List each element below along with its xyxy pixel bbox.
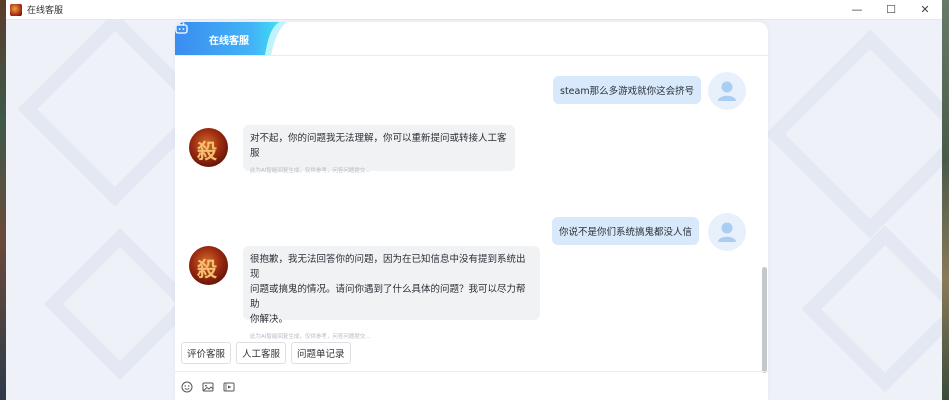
ai-disclaimer: 此为AI智能回复生成，仅供参考，问答问题提交... xyxy=(250,168,371,174)
bot-message-bubble: 很抱歉，我无法回答你的问题，因为在已知信息中没有提到系统出现 问题或搞鬼的情况。… xyxy=(243,246,540,340)
ticket-history-button[interactable]: 问题单记录 xyxy=(291,342,351,364)
bot-avatar-glyph: 殺 xyxy=(197,139,217,163)
background-pattern xyxy=(801,225,942,393)
message-line: 问题或搞鬼的情况。请问你遇到了什么具体的问题？我可以尽力帮助 xyxy=(250,284,526,310)
bot-avatar: 殺 xyxy=(189,246,228,285)
close-button[interactable]: ✕ xyxy=(908,0,942,19)
video-icon[interactable] xyxy=(223,381,235,393)
background-pattern xyxy=(765,29,942,239)
robot-icon xyxy=(175,22,188,34)
message-line: 很抱歉，我无法回答你的问题，因为在已知信息中没有提到系统出现 xyxy=(250,254,526,280)
app-window: 在线客服 — ☐ ✕ 在线客服 steam那么多游戏就你这会挤号 殺 对不起，你… xyxy=(6,0,942,400)
quick-actions: 评价客服 人工客服 问题单记录 xyxy=(181,342,351,364)
bot-avatar: 殺 xyxy=(189,128,228,167)
app-logo-icon xyxy=(10,3,22,16)
window-controls: — ☐ ✕ xyxy=(840,0,942,19)
background-pattern xyxy=(43,227,197,381)
message-text: steam那么多游戏就你这会挤号 xyxy=(560,86,695,97)
maximize-button[interactable]: ☐ xyxy=(874,0,908,19)
bot-avatar-glyph: 殺 xyxy=(197,257,217,281)
tab-label: 在线客服 xyxy=(209,36,249,47)
chat-scrollbar[interactable] xyxy=(762,267,767,373)
user-icon xyxy=(718,81,736,101)
message-input-area[interactable] xyxy=(175,371,768,400)
chat-header: 在线客服 xyxy=(175,22,768,56)
message-line: 你解决。 xyxy=(250,314,289,325)
user-message-bubble: 你说不是你们系统搞鬼都没人信 xyxy=(552,217,700,245)
chat-panel: 在线客服 steam那么多游戏就你这会挤号 殺 对不起，你的问题我无法理解，你可… xyxy=(175,22,768,400)
user-message-bubble: steam那么多游戏就你这会挤号 xyxy=(553,76,702,104)
image-icon[interactable] xyxy=(202,381,214,393)
user-icon xyxy=(718,222,736,242)
desktop-background-right xyxy=(942,0,949,400)
rate-service-button[interactable]: 评价客服 xyxy=(181,342,232,364)
emoji-icon[interactable] xyxy=(181,381,193,393)
user-avatar xyxy=(708,72,746,110)
user-avatar xyxy=(708,213,746,251)
tab-online-service[interactable]: 在线客服 xyxy=(175,22,287,55)
bot-message-bubble: 对不起，你的问题我无法理解，你可以重新提问或转接人工客服 此为AI智能回复生成，… xyxy=(243,125,515,174)
message-text: 你说不是你们系统搞鬼都没人信 xyxy=(559,227,693,238)
message-text: 对不起，你的问题我无法理解，你可以重新提问或转接人工客服 xyxy=(250,133,507,159)
window-title: 在线客服 xyxy=(27,6,64,16)
title-bar: 在线客服 — ☐ ✕ xyxy=(6,0,942,20)
message-list[interactable]: steam那么多游戏就你这会挤号 殺 对不起，你的问题我无法理解，你可以重新提问… xyxy=(175,56,768,373)
ai-disclaimer: 此为AI智能回复生成，仅供参考，问答问题提交... xyxy=(250,334,371,340)
minimize-button[interactable]: — xyxy=(840,0,874,19)
human-agent-button[interactable]: 人工客服 xyxy=(236,342,287,364)
